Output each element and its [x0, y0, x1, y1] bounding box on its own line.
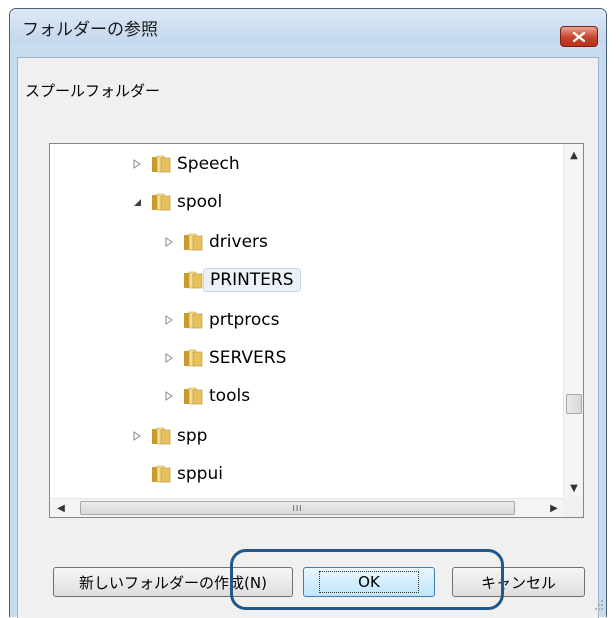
horizontal-scrollbar[interactable]: ◀ III ▶ [50, 498, 565, 517]
folder-icon [184, 271, 203, 289]
title-bar[interactable]: フォルダーの参照 [10, 9, 606, 47]
tree-node[interactable]: sppui [130, 459, 223, 489]
tree-node[interactable]: tools [162, 381, 250, 411]
tree-node[interactable]: prtprocs [162, 305, 279, 335]
tree-node[interactable]: PRINTERS [162, 265, 301, 295]
tree-node-label: tools [209, 386, 251, 406]
tree-node-label: prtprocs [209, 310, 280, 330]
tree-node-label: Speech [177, 154, 240, 174]
resize-grip-icon[interactable] [592, 599, 604, 611]
folder-icon [152, 155, 171, 173]
dialog-title: フォルダーの参照 [22, 20, 158, 40]
ok-label: OK [319, 571, 419, 593]
horizontal-scroll-thumb[interactable]: III [80, 501, 515, 515]
tree-node[interactable]: Speech [130, 149, 240, 179]
expand-arrow-icon[interactable] [130, 157, 144, 171]
tree-node-label: sppui [177, 464, 223, 484]
vertical-scroll-thumb[interactable] [566, 394, 582, 414]
folder-icon [152, 193, 171, 211]
tree-node[interactable]: spp [130, 421, 207, 451]
folder-tree[interactable]: sr-Latn-CSsppuispptoolsSERVERSprtprocsPR… [49, 143, 584, 518]
scroll-thumb-grip: III [292, 503, 303, 513]
close-button[interactable] [560, 26, 598, 47]
scroll-down-arrow-icon[interactable]: ▼ [564, 479, 583, 497]
folder-icon [184, 387, 203, 405]
ok-button[interactable]: OK [303, 567, 435, 597]
folder-icon [184, 311, 203, 329]
scroll-left-arrow-icon[interactable]: ◀ [52, 499, 70, 517]
expand-arrow-icon[interactable] [162, 235, 176, 249]
folder-icon [184, 233, 203, 251]
tree-node-label: spp [177, 426, 208, 446]
new-folder-button[interactable]: 新しいフォルダーの作成(N) [53, 567, 293, 597]
scroll-up-arrow-icon[interactable]: ▲ [564, 146, 583, 164]
tree-node-label: spool [177, 192, 223, 212]
folder-icon [152, 465, 171, 483]
folder-icon [184, 349, 203, 367]
close-icon [573, 31, 585, 42]
cancel-button[interactable]: キャンセル [452, 567, 585, 597]
expand-arrow-icon[interactable] [162, 389, 176, 403]
expand-arrow-icon[interactable] [162, 313, 176, 327]
folder-icon [152, 427, 171, 445]
tree-node-label: drivers [209, 232, 268, 252]
tree-node[interactable]: SERVERS [162, 343, 286, 373]
cancel-label: キャンセル [480, 573, 556, 592]
scroll-right-arrow-icon[interactable]: ▶ [545, 499, 563, 517]
new-folder-label: 新しいフォルダーの作成(N) [79, 573, 267, 592]
tree-node-label: SERVERS [209, 348, 287, 368]
expand-arrow-icon[interactable] [162, 351, 176, 365]
tree-node[interactable]: spool [130, 187, 222, 217]
expand-arrow-icon[interactable] [130, 429, 144, 443]
vertical-scrollbar[interactable]: ▲ ▼ [563, 144, 583, 499]
dialog-description: スプールフォルダー [25, 82, 161, 100]
tree-node-label-selected: PRINTERS [203, 268, 301, 292]
tree-node[interactable]: drivers [162, 227, 268, 257]
collapse-arrow-icon[interactable] [130, 195, 144, 209]
scrollbar-corner [563, 497, 583, 517]
